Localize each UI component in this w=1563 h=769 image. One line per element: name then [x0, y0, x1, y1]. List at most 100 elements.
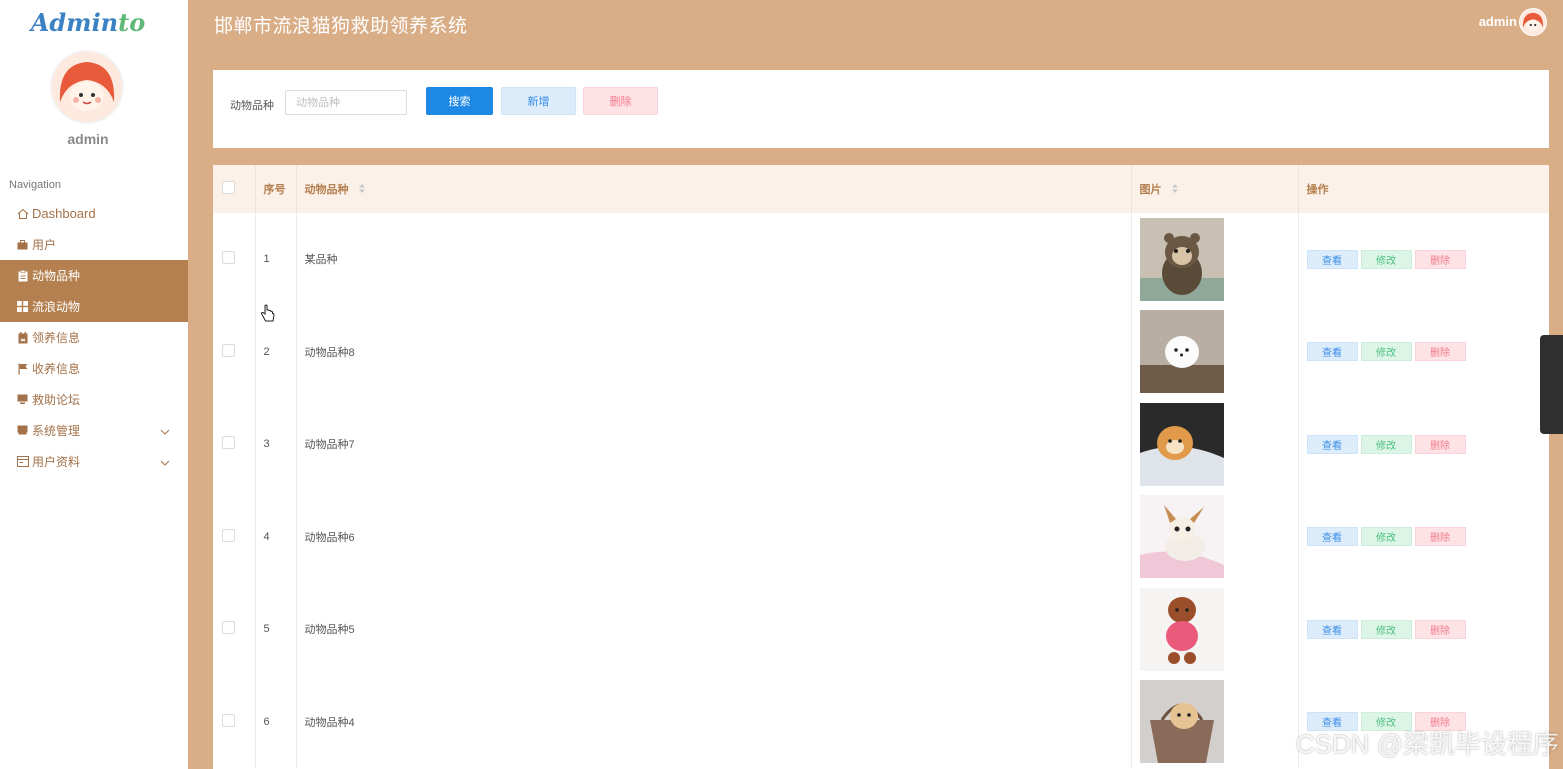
- sidebar-item-stray-animals[interactable]: 流浪动物: [0, 291, 188, 322]
- column-header-label: 图片: [1139, 183, 1162, 196]
- table-row: 4 动物品种6 查看 修改 删除: [213, 490, 1549, 583]
- view-button[interactable]: 查看: [1306, 527, 1358, 547]
- row-breed: 动物品种6: [296, 490, 1132, 583]
- sort-icon[interactable]: [1171, 183, 1179, 197]
- edit-button[interactable]: 修改: [1360, 342, 1412, 362]
- edit-button[interactable]: 修改: [1360, 249, 1412, 269]
- clipboard-icon: [16, 269, 29, 282]
- select-all-checkbox[interactable]: [222, 181, 235, 194]
- animal-photo[interactable]: [1139, 495, 1224, 579]
- batch-delete-button[interactable]: 删除: [583, 87, 658, 115]
- app-logo[interactable]: Adminto: [0, 8, 176, 37]
- table-header-row: 序号 动物品种 图片 操作: [213, 165, 1549, 213]
- row-checkbox[interactable]: [222, 251, 235, 265]
- sidebar-item-dashboard[interactable]: Dashboard: [0, 198, 188, 229]
- row-checkbox[interactable]: [222, 343, 235, 357]
- sidebar-item-animal-breed[interactable]: 动物品种: [0, 260, 188, 291]
- animal-photo[interactable]: [1139, 217, 1224, 301]
- table-row: 5 动物品种5 查看 修改 删除: [213, 583, 1549, 676]
- view-button[interactable]: 查看: [1306, 249, 1358, 269]
- header-username[interactable]: admin: [1479, 14, 1517, 29]
- page-title: 邯郸市流浪猫狗救助领养系统: [214, 16, 468, 37]
- row-checkbox[interactable]: [222, 621, 235, 635]
- edit-button[interactable]: 修改: [1360, 527, 1412, 547]
- sidebar-item-label: 救助论坛: [32, 393, 81, 407]
- column-header-image[interactable]: 图片: [1131, 165, 1299, 213]
- calendar-icon: [16, 331, 29, 344]
- edit-button[interactable]: 修改: [1360, 619, 1412, 639]
- header-avatar[interactable]: [1519, 8, 1547, 36]
- row-index: 4: [255, 490, 297, 583]
- view-button[interactable]: 查看: [1306, 619, 1358, 639]
- table-row: 3 动物品种7 查看 修改 删除: [213, 398, 1549, 491]
- sidebar-item-foster-info[interactable]: 收养信息: [0, 353, 188, 384]
- sidebar-item-adoption-info[interactable]: 领养信息: [0, 322, 188, 353]
- watermark: CSDN @梁凯毕设程序: [1295, 729, 1559, 759]
- row-breed: 某品种: [296, 213, 1132, 306]
- sidebar-item-user-profile[interactable]: 用户资料: [0, 446, 188, 477]
- row-breed: 动物品种4: [296, 675, 1132, 768]
- grid-icon: [16, 300, 29, 313]
- hand-cursor-icon: [260, 304, 276, 329]
- sidebar-item-system-management[interactable]: 系统管理: [0, 415, 188, 446]
- view-button[interactable]: 查看: [1306, 342, 1358, 362]
- sidebar-item-label: 流浪动物: [32, 300, 81, 314]
- sidebar-item-label: 用户资料: [32, 455, 81, 469]
- table-row: 2 动物品种8 查看 修改 删除: [213, 305, 1549, 398]
- nav-heading: Navigation: [9, 179, 61, 191]
- sidebar-item-label: 用户: [32, 238, 57, 252]
- search-panel: 动物品种 搜索 新增 删除: [213, 70, 1549, 148]
- row-checkbox[interactable]: [222, 713, 235, 727]
- sidebar-item-label: 收养信息: [32, 362, 81, 376]
- row-index: 3: [255, 398, 297, 491]
- sidebar-item-label: 领养信息: [32, 331, 81, 345]
- sidebar-item-label: Dashboard: [32, 206, 96, 221]
- sidebar-item-label: 系统管理: [32, 424, 81, 438]
- edit-button[interactable]: 修改: [1360, 434, 1412, 454]
- sidebar-nav: Dashboard 用户 动物品种 流浪动物 领养信息 收养信息 救助论坛 系统…: [0, 198, 188, 477]
- drawer-icon: [16, 424, 29, 437]
- side-panel-toggle[interactable]: [1540, 335, 1563, 434]
- delete-button[interactable]: 删除: [1414, 619, 1466, 639]
- row-index: 6: [255, 675, 297, 768]
- row-checkbox[interactable]: [222, 528, 235, 542]
- animal-photo[interactable]: [1139, 402, 1224, 486]
- breed-search-input[interactable]: [285, 90, 407, 115]
- data-table: 序号 动物品种 图片 操作 1 某品种 查看 修改 删除 2 动物品种8 查看 …: [213, 165, 1549, 769]
- add-button[interactable]: 新增: [501, 87, 576, 115]
- delete-button[interactable]: 删除: [1414, 527, 1466, 547]
- row-breed: 动物品种7: [296, 398, 1132, 491]
- search-button[interactable]: 搜索: [426, 87, 493, 115]
- search-label: 动物品种: [230, 100, 274, 112]
- row-index: 5: [255, 583, 297, 676]
- chevron-down-icon: [160, 455, 170, 469]
- monitor-icon: [16, 393, 29, 406]
- flag-icon: [16, 362, 29, 375]
- row-index: 1: [255, 213, 297, 306]
- sidebar-avatar: [52, 52, 122, 122]
- animal-photo[interactable]: [1139, 680, 1224, 764]
- table-row: 1 某品种 查看 修改 删除: [213, 213, 1549, 306]
- column-header-label: 动物品种: [304, 183, 349, 196]
- delete-button[interactable]: 删除: [1414, 434, 1466, 454]
- sidebar-item-users[interactable]: 用户: [0, 229, 188, 260]
- form-icon: [16, 455, 29, 468]
- animal-photo[interactable]: [1139, 587, 1224, 671]
- sidebar-item-forum[interactable]: 救助论坛: [0, 384, 188, 415]
- home-icon: [16, 207, 29, 220]
- sidebar: Adminto admin Navigation Dashboard 用户 动物…: [0, 0, 188, 769]
- column-header-index: 序号: [255, 165, 297, 213]
- row-breed: 动物品种8: [296, 305, 1132, 398]
- sort-icon[interactable]: [358, 183, 366, 197]
- chevron-down-icon: [160, 424, 170, 438]
- row-breed: 动物品种5: [296, 583, 1132, 676]
- column-header-breed[interactable]: 动物品种: [296, 165, 1132, 213]
- view-button[interactable]: 查看: [1306, 434, 1358, 454]
- delete-button[interactable]: 删除: [1414, 249, 1466, 269]
- animal-photo[interactable]: [1139, 310, 1224, 394]
- briefcase-icon: [16, 238, 29, 251]
- sidebar-item-label: 动物品种: [32, 269, 81, 283]
- delete-button[interactable]: 删除: [1414, 342, 1466, 362]
- row-checkbox[interactable]: [222, 436, 235, 450]
- sidebar-username: admin: [67, 131, 109, 147]
